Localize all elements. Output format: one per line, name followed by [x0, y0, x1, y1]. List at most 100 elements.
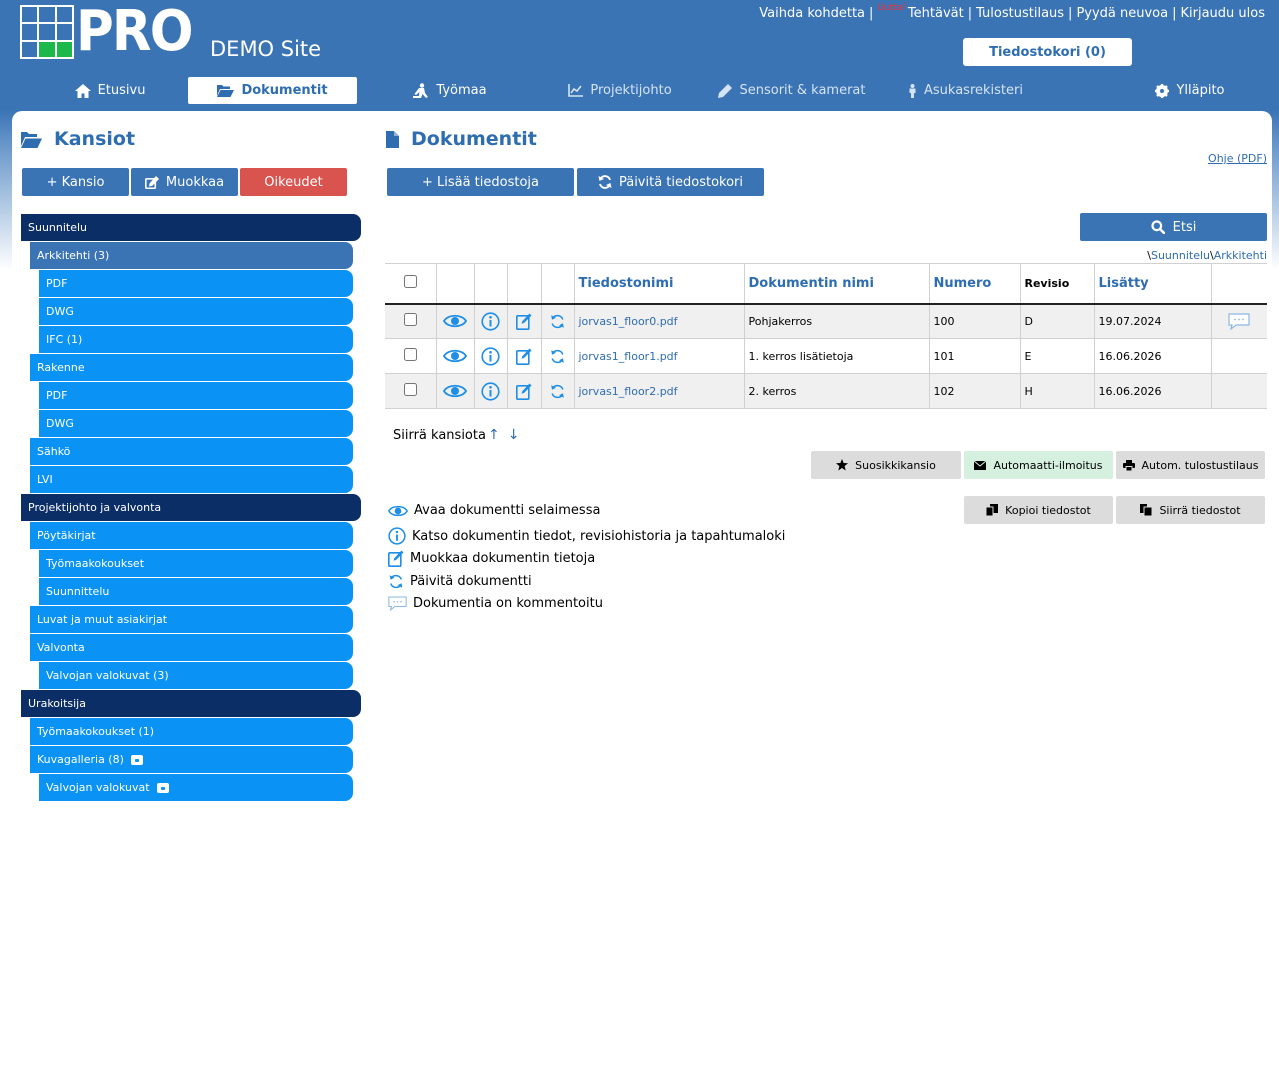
- tree-folder-tyomaakokoukset[interactable]: Työmaakokoukset (1): [30, 718, 353, 745]
- file-link[interactable]: jorvas1_floor0.pdf: [579, 315, 678, 328]
- move-down-arrow[interactable]: ↓: [508, 427, 520, 443]
- comment-icon[interactable]: [1228, 313, 1250, 330]
- tree-folder-pdf[interactable]: PDF: [39, 270, 353, 297]
- edit-folder-button[interactable]: Muokkaa: [131, 168, 238, 196]
- tree-folder-suunnittelu[interactable]: Suunnittelu: [39, 578, 353, 605]
- tree-folder-tyomaakokoukset[interactable]: Työmaakokoukset: [39, 550, 353, 577]
- tree-folder-lvi[interactable]: LVI: [30, 466, 353, 493]
- move-files-button[interactable]: Siirrä tiedostot: [1116, 496, 1265, 524]
- tree-folder-kuvagalleria[interactable]: Kuvagalleria (8): [30, 746, 353, 773]
- info-icon[interactable]: [481, 312, 500, 331]
- revision-cell: E: [1019, 338, 1094, 374]
- update-icon[interactable]: [550, 314, 565, 329]
- edit-icon[interactable]: [516, 348, 532, 365]
- logo-text: PRO: [76, 0, 194, 64]
- eye-icon[interactable]: [443, 348, 467, 364]
- legend-open: Avaa dokumentti selaimessa: [388, 503, 600, 518]
- help-pdf-link[interactable]: Ohje (PDF): [1208, 152, 1267, 165]
- revision-cell: D: [1019, 303, 1094, 339]
- tree-folder-sahko[interactable]: Sähkö: [30, 438, 353, 465]
- tree-folder-suunnitelu[interactable]: Suunnitelu: [21, 214, 361, 241]
- add-folder-button[interactable]: + Kansio: [22, 168, 129, 196]
- tasks-link[interactable]: Tehtävät: [908, 6, 964, 21]
- row-checkbox[interactable]: [403, 313, 417, 327]
- info-cell: [473, 373, 507, 409]
- folder-open-icon: [217, 85, 235, 97]
- nav-documents[interactable]: Dokumentit: [188, 77, 357, 104]
- file-link[interactable]: jorvas1_floor2.pdf: [579, 385, 678, 398]
- eye-icon[interactable]: [443, 383, 467, 399]
- move-up-arrow[interactable]: ↑: [488, 427, 500, 443]
- legend-open-text: Avaa dokumentti selaimessa: [414, 503, 601, 518]
- column-header-filename[interactable]: Tiedostonimi: [573, 263, 744, 305]
- info-icon[interactable]: [481, 346, 500, 366]
- edit-icon[interactable]: [516, 313, 532, 330]
- open-cell: [435, 303, 474, 339]
- archive-icon: [156, 782, 169, 793]
- tree-folder-arkkitehti[interactable]: Arkkitehti (3): [30, 242, 353, 269]
- eye-icon[interactable]: [443, 313, 467, 329]
- favorite-folder-button[interactable]: Suosikkikansio: [811, 451, 961, 479]
- file-cart-button[interactable]: Tiedostokori (0): [963, 38, 1132, 66]
- nav-project-management[interactable]: Projektijohto: [555, 77, 685, 104]
- tree-folder-valvojan-valokuvat[interactable]: Valvojan valokuvat (3): [39, 662, 353, 689]
- tree-folder-pdf[interactable]: PDF: [39, 382, 353, 409]
- column-header-added[interactable]: Lisätty: [1093, 263, 1211, 305]
- tree-folder-valvojan-valokuvat[interactable]: Valvojan valokuvat: [39, 774, 353, 801]
- copy-files-label: Kopioi tiedostot: [1005, 503, 1091, 517]
- ask-help-link[interactable]: Pyydä neuvoa: [1076, 6, 1168, 21]
- auto-print-button[interactable]: Autom. tulostustilaus: [1116, 451, 1265, 479]
- tree-folder-label: Valvojan valokuvat: [46, 781, 150, 794]
- nav-residents[interactable]: Asukasrekisteri: [898, 77, 1033, 104]
- edit-icon[interactable]: [516, 383, 532, 400]
- update-icon[interactable]: [550, 349, 565, 364]
- row-checkbox[interactable]: [403, 348, 417, 361]
- main-nav: Etusivu Dokumentit Työmaa Projektijohto …: [0, 77, 1279, 104]
- logout-link[interactable]: Kirjaudu ulos: [1181, 6, 1266, 21]
- edit-cell: [506, 373, 541, 409]
- person-icon: [909, 83, 916, 98]
- tree-folder-rakenne[interactable]: Rakenne: [30, 354, 353, 381]
- copy-files-button[interactable]: Kopioi tiedostot: [964, 496, 1113, 524]
- tree-folder-dwg[interactable]: DWG: [39, 410, 353, 437]
- row-checkbox[interactable]: [403, 383, 417, 396]
- rights-button[interactable]: Oikeudet: [240, 168, 347, 196]
- tree-folder-valvonta[interactable]: Valvonta: [30, 634, 353, 661]
- tree-folder-projektijohto[interactable]: Projektijohto ja valvonta: [21, 494, 361, 521]
- auto-print-label: Autom. tulostustilaus: [1141, 458, 1259, 472]
- tree-folder-dwg[interactable]: DWG: [39, 298, 353, 325]
- header-cell: [1210, 263, 1267, 305]
- docname-cell: 2. kerros: [743, 373, 929, 409]
- tree-folder-poytakirjat[interactable]: Pöytäkirjat: [30, 522, 353, 549]
- tree-folder-urakoitsija[interactable]: Urakoitsija: [21, 690, 361, 717]
- file-link[interactable]: jorvas1_floor1.pdf: [579, 350, 678, 363]
- change-site-link[interactable]: Vaihda kohdetta: [759, 6, 865, 21]
- tree-folder-ifc[interactable]: IFC (1): [39, 326, 353, 353]
- nav-admin[interactable]: Ylläpito: [1135, 77, 1245, 104]
- info-icon[interactable]: [481, 381, 500, 401]
- tree-folder-luvat[interactable]: Luvat ja muut asiakirjat: [30, 606, 353, 633]
- gear-icon: [1155, 83, 1170, 98]
- breadcrumb-item[interactable]: Arkkitehti: [1214, 249, 1267, 262]
- nav-home[interactable]: Etusivu: [40, 77, 180, 104]
- refresh-cart-button[interactable]: Päivitä tiedostokori: [577, 168, 764, 196]
- nav-residents-label: Asukasrekisteri: [924, 83, 1023, 98]
- column-header-number[interactable]: Numero: [928, 263, 1020, 305]
- print-order-link[interactable]: Tulostustilaus: [976, 6, 1064, 21]
- header-cell: [506, 263, 541, 305]
- nav-sensors[interactable]: Sensorit & kamerat: [712, 77, 872, 104]
- column-header-docname[interactable]: Dokumentin nimi: [743, 263, 929, 305]
- open-cell: [435, 338, 474, 374]
- update-icon[interactable]: [550, 384, 565, 399]
- breadcrumb-item[interactable]: Suunnitelu: [1151, 249, 1210, 262]
- eye-icon: [388, 505, 408, 516]
- legend-info-text: Katso dokumentin tiedot, revisiohistoria…: [412, 528, 786, 544]
- logo[interactable]: PRO: [20, 0, 202, 64]
- number-cell: 101: [928, 338, 1020, 374]
- select-all-checkbox[interactable]: [403, 274, 417, 288]
- nav-worksite[interactable]: Työmaa: [395, 77, 505, 104]
- add-files-button[interactable]: + Lisää tiedostoja: [387, 168, 574, 196]
- search-button[interactable]: Etsi: [1080, 213, 1267, 241]
- folder-open-icon: [21, 131, 42, 148]
- auto-notify-button[interactable]: Automaatti-ilmoitus: [964, 451, 1113, 479]
